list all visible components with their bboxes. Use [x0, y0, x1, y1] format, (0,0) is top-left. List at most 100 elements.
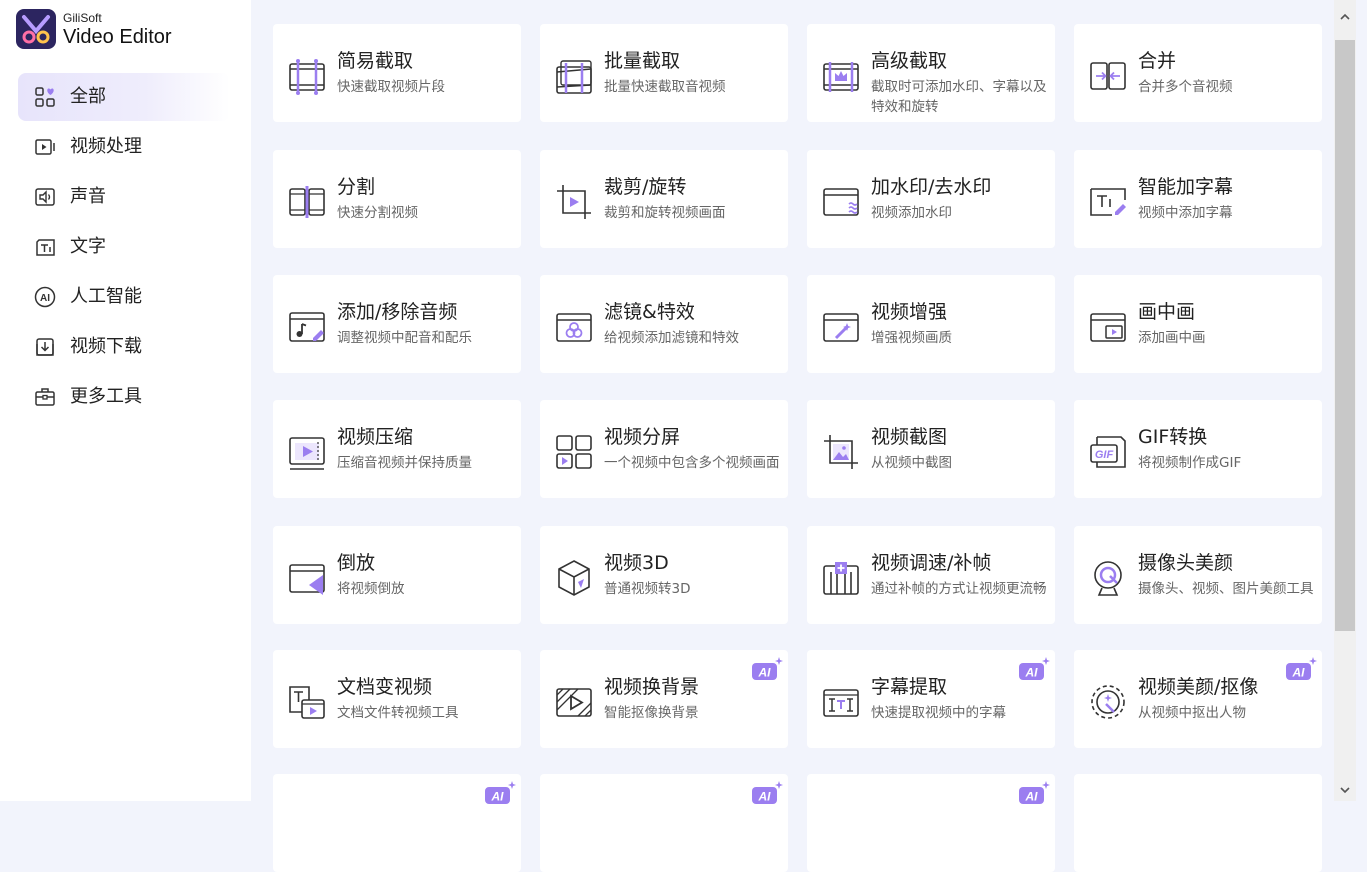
subtitle-extract-icon	[823, 689, 859, 717]
sidebar-item-label: 全部	[70, 86, 106, 107]
tool-description: 摄像头、视频、图片美颜工具	[1138, 581, 1314, 597]
tool-description: 视频添加水印	[871, 205, 952, 221]
tool-card-blank[interactable]: AI	[273, 774, 521, 872]
tool-description: 视频中添加字幕	[1138, 205, 1233, 221]
sidebar-item-text[interactable]: 文字	[18, 223, 230, 271]
ai-badge-label: AI	[491, 790, 505, 804]
tool-card-cube-3d[interactable]: 视频3D 普通视频转3D	[540, 526, 788, 624]
blank-icon	[554, 806, 594, 846]
tool-description: 从视频中截图	[871, 455, 952, 471]
tool-card-compress[interactable]: 视频压缩 压缩音视频并保持质量	[273, 400, 521, 498]
tool-title: 加水印/去水印	[871, 176, 992, 198]
scroll-down-arrow-icon[interactable]	[1338, 783, 1352, 797]
split-icon	[289, 186, 325, 218]
tool-card-subtitle-extract[interactable]: 字幕提取 快速提取视频中的字幕 AI	[807, 650, 1055, 748]
tool-description: 将视频制作成GIF	[1138, 455, 1242, 471]
sidebar-item-ai[interactable]: AI 人工智能	[18, 273, 230, 321]
webcam-beauty-icon	[1094, 561, 1122, 596]
download-icon	[36, 338, 54, 356]
tool-title: 滤镜&特效	[604, 301, 695, 323]
ai-badge-label: AI	[758, 666, 772, 680]
advanced-cut-icon	[823, 62, 859, 92]
tool-title: 高级截取	[871, 50, 948, 72]
tool-card-merge[interactable]: 合并 合并多个音视频	[1074, 24, 1322, 122]
sidebar-item-audio[interactable]: 声音	[18, 173, 230, 221]
text-icon	[36, 239, 55, 256]
tool-card-split[interactable]: 分割 快速分割视频	[273, 150, 521, 248]
tool-card-audio-edit[interactable]: 添加/移除音频 调整视频中配音和配乐	[273, 275, 521, 373]
logo-icon	[16, 9, 56, 49]
product-name: Video Editor	[63, 26, 172, 48]
tool-card-pip[interactable]: 画中画 添加画中画	[1074, 275, 1322, 373]
tool-card-webcam-beauty[interactable]: 摄像头美颜 摄像头、视频、图片美颜工具	[1074, 526, 1322, 624]
scroll-up-arrow-icon[interactable]	[1338, 10, 1352, 24]
tool-title: 简易截取	[337, 50, 414, 72]
compress-icon	[289, 437, 325, 470]
ai-badge-icon: AI	[752, 657, 783, 680]
tool-card-background-replace[interactable]: 视频换背景 智能抠像换背景 AI	[540, 650, 788, 748]
tool-card-blank[interactable]: AI	[807, 774, 1055, 872]
pip-icon	[1090, 313, 1126, 342]
ai-badge-label: AI	[1025, 790, 1039, 804]
video-play-icon	[35, 139, 55, 155]
tool-title: 批量截取	[604, 50, 681, 72]
tool-title: 视频截图	[871, 426, 948, 448]
sidebar-item-video-processing[interactable]: 视频处理	[18, 123, 230, 171]
tool-description: 将视频倒放	[337, 581, 405, 597]
tool-title: 视频美颜/抠像	[1138, 676, 1259, 698]
tool-title: 文档变视频	[337, 676, 433, 698]
ai-badge-icon: AI	[752, 781, 783, 804]
svg-text:AI: AI	[40, 293, 50, 304]
tool-title: 视频调速/补帧	[871, 552, 992, 574]
tool-card-split-screen[interactable]: 视频分屏 一个视频中包含多个视频画面	[540, 400, 788, 498]
blank-icon	[287, 806, 327, 846]
batch-cut-icon	[556, 60, 592, 94]
sidebar-item-label: 更多工具	[70, 386, 142, 407]
blank-icon	[821, 806, 861, 846]
scrollbar[interactable]	[1334, 0, 1356, 801]
sidebar-item-video-download[interactable]: 视频下载	[18, 323, 230, 371]
tool-description: 调整视频中配音和配乐	[337, 330, 472, 346]
tool-description: 智能抠像换背景	[604, 705, 699, 721]
tool-card-smart-subtitle[interactable]: 智能加字幕 视频中添加字幕	[1074, 150, 1322, 248]
tool-description: 合并多个音视频	[1138, 79, 1233, 95]
tool-card-blank[interactable]: AI	[540, 774, 788, 872]
tool-description: 通过补帧的方式让视频更流畅	[871, 581, 1047, 597]
ai-badge-icon: AI	[1019, 781, 1050, 804]
tool-card-reverse[interactable]: 倒放 将视频倒放	[273, 526, 521, 624]
tool-card-crop-rotate[interactable]: 裁剪/旋转 裁剪和旋转视频画面	[540, 150, 788, 248]
tool-card-screenshot[interactable]: 视频截图从视频中截图	[807, 400, 1055, 498]
tool-card-doc-to-video[interactable]: 文档变视频 文档文件转视频工具	[273, 650, 521, 748]
sidebar-item-more-tools[interactable]: 更多工具	[18, 373, 230, 421]
sidebar-item-all[interactable]: 全部	[18, 73, 230, 121]
background-replace-icon	[556, 688, 592, 717]
tool-card-gif[interactable]: GIF GIF转换 将视频制作成GIF	[1074, 400, 1322, 498]
tool-title: 视频压缩	[337, 426, 414, 448]
toolbox-icon	[35, 388, 55, 406]
tool-card-simple-cut[interactable]: 简易截取 快速截取视频片段	[273, 24, 521, 122]
enhance-icon	[823, 313, 859, 342]
tool-card-beauty-matting[interactable]: 视频美颜/抠像 从视频中抠出人物 AI	[1074, 650, 1322, 748]
filter-icon	[556, 313, 592, 342]
tool-card-enhance[interactable]: 视频增强 增强视频画质	[807, 275, 1055, 373]
tool-card-watermark[interactable]: 加水印/去水印视频添加水印	[807, 150, 1055, 248]
split-screen-icon	[556, 435, 592, 469]
tool-description: 裁剪和旋转视频画面	[604, 205, 726, 221]
ai-icon: AI	[34, 286, 56, 308]
tool-card-advanced-cut[interactable]: 高级截取 截取时可添加水印、字幕以及特效和旋转	[807, 24, 1055, 122]
sidebar: GiliSoft Video Editor 全部 视频处理 声音 文字 AI 人工智能 视频…	[0, 0, 251, 801]
tool-card-blank[interactable]	[1074, 774, 1322, 872]
ai-badge-label: AI	[1025, 666, 1039, 680]
tool-card-batch-cut[interactable]: 批量截取批量快速截取音视频	[540, 24, 788, 122]
tool-description: 快速提取视频中的字幕	[871, 705, 1006, 721]
doc-to-video-icon	[289, 686, 325, 719]
tool-card-filter[interactable]: 滤镜&特效 给视频添加滤镜和特效	[540, 275, 788, 373]
tool-description: 从视频中抠出人物	[1138, 705, 1246, 721]
tool-card-speed[interactable]: 视频调速/补帧通过补帧的方式让视频更流畅	[807, 526, 1055, 624]
tool-description: 增强视频画质	[871, 330, 952, 346]
sidebar-item-label: 视频下载	[70, 336, 142, 357]
blank-icon	[1088, 806, 1128, 846]
tool-description: 快速分割视频	[337, 205, 418, 221]
tool-description: 批量快速截取音视频	[604, 79, 726, 95]
scroll-thumb[interactable]	[1335, 40, 1355, 631]
